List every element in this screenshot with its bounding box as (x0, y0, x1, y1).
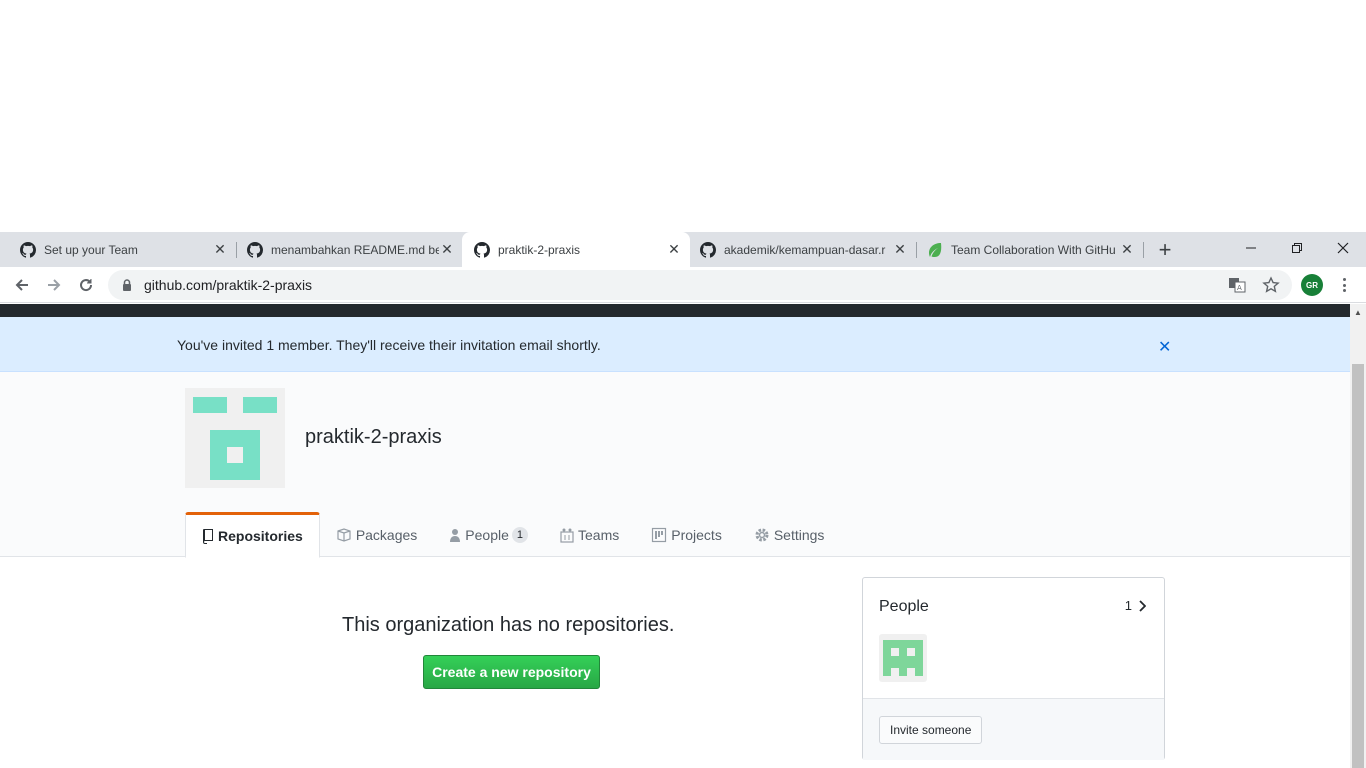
org-header: praktik-2-praxis Repositories Packages P… (0, 372, 1350, 558)
project-icon (652, 527, 667, 542)
flash-message: You've invited 1 member. They'll receive… (177, 337, 601, 353)
page-scrollbar[interactable]: ▲ (1350, 304, 1366, 768)
people-box-count-link[interactable]: 1 (1125, 598, 1146, 613)
close-icon[interactable]: ✕ (1119, 241, 1135, 258)
tab-teams[interactable]: Teams (544, 512, 635, 557)
tab-label: Packages (355, 526, 418, 543)
member-avatar[interactable] (879, 634, 927, 682)
tab-repositories[interactable]: Repositories (185, 512, 320, 558)
create-repository-button[interactable]: Create a new repository (423, 655, 600, 689)
tab-label: Projects (671, 526, 722, 543)
tab-title: menambahkan README.md be (271, 242, 439, 257)
arrow-left-icon (15, 279, 28, 291)
browser-tab[interactable]: akademik/kemampuan-dasar.r ✕ (680, 232, 916, 267)
reload-icon (80, 279, 93, 292)
close-icon[interactable]: ✕ (212, 241, 228, 258)
page-content: You've invited 1 member. They'll receive… (0, 304, 1350, 768)
browser-tab[interactable]: Team Collaboration With GitHu ✕ (907, 232, 1143, 267)
translate-icon[interactable]: A (1228, 276, 1246, 294)
browser-tab[interactable]: Set up your Team ✕ (0, 232, 236, 267)
package-icon (337, 527, 351, 542)
tab-packages[interactable]: Packages (320, 512, 433, 557)
address-bar[interactable]: github.com/praktik-2-praxis A (108, 270, 1292, 300)
close-icon[interactable]: ✕ (892, 241, 908, 258)
github-icon (474, 241, 490, 258)
team-icon (560, 528, 574, 543)
close-icon[interactable]: ✕ (1158, 337, 1171, 357)
restore-icon (1292, 243, 1302, 253)
tab-title: akademik/kemampuan-dasar.r (724, 242, 886, 257)
tab-title: Team Collaboration With GitHu (951, 242, 1116, 257)
close-icon[interactable]: ✕ (439, 241, 455, 258)
org-name: praktik-2-praxis (305, 426, 442, 448)
scroll-up-icon[interactable]: ▲ (1354, 308, 1362, 317)
close-window-button[interactable] (1331, 236, 1355, 260)
tab-label: People (465, 526, 509, 543)
chevron-right-icon (1139, 599, 1146, 612)
browser-tab-active[interactable]: praktik-2-praxis ✕ (462, 232, 690, 267)
flash-notice: You've invited 1 member. They'll receive… (0, 317, 1350, 372)
svg-text:A: A (1237, 284, 1242, 292)
identicon-image (193, 397, 277, 480)
tab-label: Settings (773, 526, 825, 543)
minimize-button[interactable] (1239, 236, 1263, 260)
browser-toolbar: github.com/praktik-2-praxis A GR (0, 267, 1366, 303)
browser-menu-button[interactable] (1336, 275, 1352, 295)
tab-title: Set up your Team (44, 242, 138, 257)
people-count: 1 (1124, 598, 1132, 613)
person-icon (450, 528, 461, 542)
org-nav-tabs: Repositories Packages People 1 Teams Pro… (185, 512, 840, 558)
url-text: github.com/praktik-2-praxis (144, 277, 313, 293)
people-box-title[interactable]: People (879, 598, 929, 616)
gear-icon (755, 528, 769, 541)
tab-label: Teams (578, 526, 620, 543)
scrollbar-thumb[interactable] (1352, 364, 1364, 768)
arrow-right-icon (48, 279, 61, 291)
browser-tab[interactable]: menambahkan README.md be ✕ (227, 232, 463, 267)
tab-label: Repositories (218, 528, 303, 544)
profile-avatar[interactable]: GR (1301, 274, 1323, 296)
github-icon (20, 241, 36, 258)
forward-button[interactable] (44, 275, 64, 295)
identicon-image (883, 640, 923, 676)
new-tab-button[interactable]: + (1155, 237, 1175, 262)
tab-divider (1143, 242, 1144, 258)
tab-title: praktik-2-praxis (498, 242, 581, 257)
org-avatar[interactable] (185, 388, 285, 488)
site-header (0, 304, 1350, 317)
invite-someone-button[interactable]: Invite someone (879, 716, 983, 744)
lock-icon (123, 279, 131, 291)
github-icon (247, 241, 263, 258)
star-icon[interactable] (1262, 276, 1280, 294)
reload-button[interactable] (76, 275, 96, 295)
restore-button[interactable] (1285, 236, 1309, 260)
people-box-footer: Invite someone (863, 698, 1164, 760)
leaf-icon (929, 242, 942, 257)
people-counter: 1 (511, 526, 529, 543)
tab-settings[interactable]: Settings (738, 512, 841, 557)
people-sidebar-box: People 1 Invite someone (862, 577, 1165, 760)
minimize-icon (1246, 247, 1256, 249)
tab-projects[interactable]: Projects (635, 512, 738, 557)
github-icon (700, 241, 716, 258)
tab-people[interactable]: People 1 (433, 512, 544, 557)
back-button[interactable] (12, 275, 32, 295)
repo-icon (203, 529, 213, 544)
blankslate-heading: This organization has no repositories. (342, 614, 675, 636)
close-icon (1337, 242, 1349, 254)
